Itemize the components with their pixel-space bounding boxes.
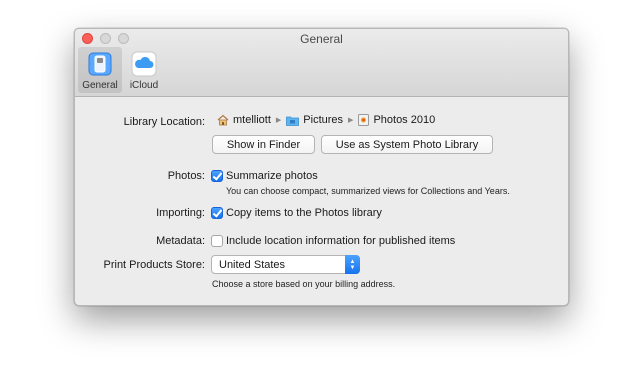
home-icon — [217, 114, 229, 126]
use-as-system-library-button[interactable]: Use as System Photo Library — [321, 135, 493, 154]
include-location-label[interactable]: Include location information for publish… — [226, 235, 455, 247]
photos-library-icon — [358, 114, 370, 126]
folder-icon — [286, 116, 300, 126]
library-path-control[interactable]: mtelliott ▶ Pictures ▶ Photos 2010 — [217, 114, 435, 126]
path-item-pictures: Pictures — [303, 114, 344, 126]
path-item-home: mtelliott — [233, 114, 271, 126]
chevron-up-down-icon: ▲ ▼ — [345, 255, 360, 274]
print-store-help: Choose a store based on your billing add… — [212, 279, 396, 289]
summarize-photos-checkbox[interactable] — [211, 170, 223, 182]
window-title: General — [300, 32, 343, 46]
path-separator-icon: ▶ — [275, 117, 282, 124]
path-separator-icon: ▶ — [348, 117, 354, 124]
importing-label: Importing: — [156, 207, 205, 219]
icloud-icon — [131, 51, 157, 77]
print-store-label: Print Products Store: — [103, 259, 206, 271]
print-store-selected-value: United States — [219, 258, 286, 271]
show-in-finder-button[interactable]: Show in Finder — [212, 135, 315, 154]
include-location-checkbox[interactable] — [211, 235, 223, 247]
photos-label: Photos: — [167, 170, 205, 182]
copy-items-checkbox[interactable] — [211, 207, 223, 219]
library-location-label: Library Location: — [123, 116, 205, 128]
print-store-select[interactable]: United States ▲ ▼ — [211, 255, 360, 274]
title-bar: General General iCloud — [75, 29, 568, 97]
tab-icloud-label: iCloud — [129, 80, 159, 91]
general-switch-icon — [88, 52, 112, 76]
metadata-label: Metadata: — [156, 235, 205, 247]
summarize-photos-help: You can choose compact, summarized views… — [226, 186, 510, 196]
tab-general[interactable]: General — [78, 47, 122, 93]
summarize-photos-label[interactable]: Summarize photos — [226, 170, 318, 182]
path-item-photos-library: Photos 2010 — [373, 114, 436, 126]
copy-items-label[interactable]: Copy items to the Photos library — [226, 207, 382, 219]
tab-general-label: General — [82, 80, 118, 91]
tab-icloud[interactable]: iCloud — [122, 47, 166, 93]
preferences-window: General General iCloud Library Location: — [74, 28, 569, 306]
